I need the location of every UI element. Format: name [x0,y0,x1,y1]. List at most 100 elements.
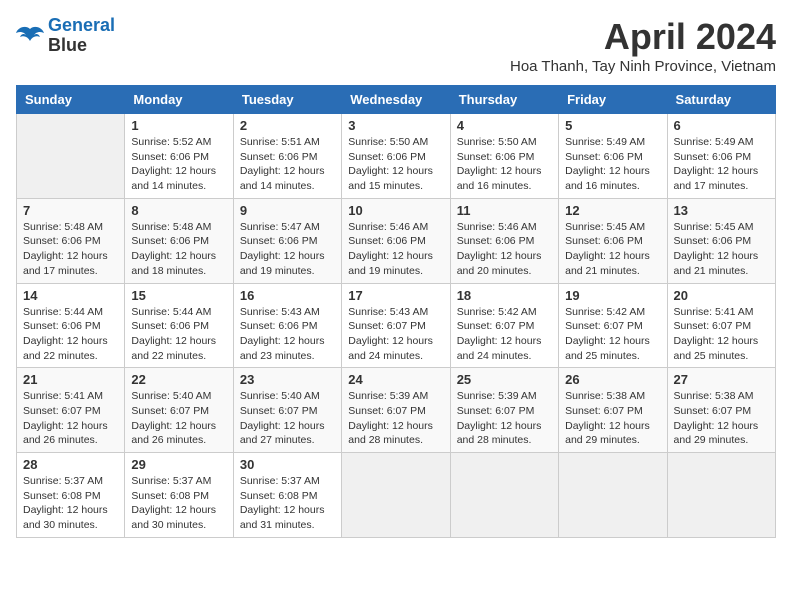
day-cell [450,453,558,538]
header-cell-sunday: Sunday [17,86,125,114]
day-number: 17 [348,288,443,303]
day-info: Sunrise: 5:46 AM Sunset: 6:06 PM Dayligh… [457,220,552,279]
day-number: 22 [131,372,226,387]
day-number: 1 [131,118,226,133]
header-cell-thursday: Thursday [450,86,558,114]
day-number: 12 [565,203,660,218]
logo-text: General Blue [48,16,115,56]
day-cell: 16Sunrise: 5:43 AM Sunset: 6:06 PM Dayli… [233,283,341,368]
day-cell [342,453,450,538]
day-number: 9 [240,203,335,218]
header-cell-saturday: Saturday [667,86,775,114]
day-number: 25 [457,372,552,387]
day-number: 7 [23,203,118,218]
week-row-3: 21Sunrise: 5:41 AM Sunset: 6:07 PM Dayli… [17,368,776,453]
week-row-1: 7 Sunrise: 5:48 AM Sunset: 6:06 PM Daylig… [17,198,776,283]
day-cell: 2 Sunrise: 5:51 AM Sunset: 6:06 PM Daylig… [233,114,341,199]
day-info: Sunrise: 5:42 AM Sunset: 6:07 PM Dayligh… [565,305,660,364]
day-cell: 23 Sunrise: 5:40 AM Sunset: 6:07 PM Dayli… [233,368,341,453]
day-info: Sunrise: 5:51 AM Sunset: 6:06 PM Dayligh… [240,135,335,194]
day-cell: 30 Sunrise: 5:37 AM Sunset: 6:08 PM Dayli… [233,453,341,538]
header-cell-monday: Monday [125,86,233,114]
day-cell: 22Sunrise: 5:40 AM Sunset: 6:07 PM Dayli… [125,368,233,453]
day-cell: 17 Sunrise: 5:43 AM Sunset: 6:07 PM Dayli… [342,283,450,368]
day-number: 10 [348,203,443,218]
day-number: 6 [674,118,769,133]
day-number: 5 [565,118,660,133]
day-cell: 24Sunrise: 5:39 AM Sunset: 6:07 PM Dayli… [342,368,450,453]
header-cell-tuesday: Tuesday [233,86,341,114]
day-info: Sunrise: 5:37 AM Sunset: 6:08 PM Dayligh… [131,474,226,533]
day-number: 8 [131,203,226,218]
day-info: Sunrise: 5:39 AM Sunset: 6:07 PM Dayligh… [457,389,552,448]
day-cell: 18 Sunrise: 5:42 AM Sunset: 6:07 PM Dayli… [450,283,558,368]
day-cell: 14 Sunrise: 5:44 AM Sunset: 6:06 PM Dayli… [17,283,125,368]
day-number: 16 [240,288,335,303]
day-info: Sunrise: 5:42 AM Sunset: 6:07 PM Dayligh… [457,305,552,364]
logo-icon [16,25,44,47]
day-info: Sunrise: 5:38 AM Sunset: 6:07 PM Dayligh… [674,389,769,448]
day-info: Sunrise: 5:49 AM Sunset: 6:06 PM Dayligh… [565,135,660,194]
location: Hoa Thanh, Tay Ninh Province, Vietnam [510,58,776,75]
day-info: Sunrise: 5:40 AM Sunset: 6:07 PM Dayligh… [240,389,335,448]
day-number: 21 [23,372,118,387]
day-cell: 5 Sunrise: 5:49 AM Sunset: 6:06 PM Daylig… [559,114,667,199]
day-info: Sunrise: 5:37 AM Sunset: 6:08 PM Dayligh… [240,474,335,533]
calendar-table: SundayMondayTuesdayWednesdayThursdayFrid… [16,85,776,538]
day-info: Sunrise: 5:49 AM Sunset: 6:06 PM Dayligh… [674,135,769,194]
day-number: 14 [23,288,118,303]
day-info: Sunrise: 5:39 AM Sunset: 6:07 PM Dayligh… [348,389,443,448]
day-number: 30 [240,457,335,472]
day-number: 19 [565,288,660,303]
day-number: 29 [131,457,226,472]
header-cell-wednesday: Wednesday [342,86,450,114]
day-info: Sunrise: 5:44 AM Sunset: 6:06 PM Dayligh… [23,305,118,364]
logo: General Blue [16,16,115,56]
day-cell: 19 Sunrise: 5:42 AM Sunset: 6:07 PM Dayli… [559,283,667,368]
day-cell [559,453,667,538]
day-cell: 7Sunrise: 5:48 AM Sunset: 6:06 PM Daylig… [17,198,125,283]
day-number: 27 [674,372,769,387]
header-row: SundayMondayTuesdayWednesdayThursdayFrid… [17,86,776,114]
day-number: 26 [565,372,660,387]
title-block: April 2024 Hoa Thanh, Tay Ninh Province,… [510,16,776,75]
day-info: Sunrise: 5:45 AM Sunset: 6:06 PM Dayligh… [565,220,660,279]
day-cell: 21Sunrise: 5:41 AM Sunset: 6:07 PM Dayli… [17,368,125,453]
day-number: 11 [457,203,552,218]
day-number: 13 [674,203,769,218]
day-cell: 10 Sunrise: 5:46 AM Sunset: 6:06 PM Dayli… [342,198,450,283]
day-cell: 13 Sunrise: 5:45 AM Sunset: 6:06 PM Dayli… [667,198,775,283]
day-cell: 9 Sunrise: 5:47 AM Sunset: 6:06 PM Daylig… [233,198,341,283]
day-cell: 11 Sunrise: 5:46 AM Sunset: 6:06 PM Dayli… [450,198,558,283]
page-header: General Blue April 2024 Hoa Thanh, Tay N… [16,16,776,75]
day-info: Sunrise: 5:41 AM Sunset: 6:07 PM Dayligh… [674,305,769,364]
calendar-body: 1Sunrise: 5:52 AM Sunset: 6:06 PM Daylig… [17,114,776,538]
day-info: Sunrise: 5:37 AM Sunset: 6:08 PM Dayligh… [23,474,118,533]
day-cell: 28Sunrise: 5:37 AM Sunset: 6:08 PM Dayli… [17,453,125,538]
day-cell: 27 Sunrise: 5:38 AM Sunset: 6:07 PM Dayli… [667,368,775,453]
day-cell: 6 Sunrise: 5:49 AM Sunset: 6:06 PM Daylig… [667,114,775,199]
day-cell: 8 Sunrise: 5:48 AM Sunset: 6:06 PM Daylig… [125,198,233,283]
day-info: Sunrise: 5:48 AM Sunset: 6:06 PM Dayligh… [131,220,226,279]
week-row-4: 28Sunrise: 5:37 AM Sunset: 6:08 PM Dayli… [17,453,776,538]
month-title: April 2024 [510,16,776,58]
day-cell: 29 Sunrise: 5:37 AM Sunset: 6:08 PM Dayli… [125,453,233,538]
calendar-header: SundayMondayTuesdayWednesdayThursdayFrid… [17,86,776,114]
day-cell: 15Sunrise: 5:44 AM Sunset: 6:06 PM Dayli… [125,283,233,368]
day-info: Sunrise: 5:45 AM Sunset: 6:06 PM Dayligh… [674,220,769,279]
day-info: Sunrise: 5:47 AM Sunset: 6:06 PM Dayligh… [240,220,335,279]
day-cell: 3Sunrise: 5:50 AM Sunset: 6:06 PM Daylig… [342,114,450,199]
week-row-0: 1Sunrise: 5:52 AM Sunset: 6:06 PM Daylig… [17,114,776,199]
day-number: 18 [457,288,552,303]
day-number: 20 [674,288,769,303]
day-number: 23 [240,372,335,387]
day-info: Sunrise: 5:50 AM Sunset: 6:06 PM Dayligh… [457,135,552,194]
day-number: 2 [240,118,335,133]
day-cell [17,114,125,199]
day-info: Sunrise: 5:46 AM Sunset: 6:06 PM Dayligh… [348,220,443,279]
day-cell: 26Sunrise: 5:38 AM Sunset: 6:07 PM Dayli… [559,368,667,453]
day-cell: 20 Sunrise: 5:41 AM Sunset: 6:07 PM Dayli… [667,283,775,368]
day-cell: 1Sunrise: 5:52 AM Sunset: 6:06 PM Daylig… [125,114,233,199]
day-info: Sunrise: 5:43 AM Sunset: 6:07 PM Dayligh… [348,305,443,364]
day-cell: 4Sunrise: 5:50 AM Sunset: 6:06 PM Daylig… [450,114,558,199]
